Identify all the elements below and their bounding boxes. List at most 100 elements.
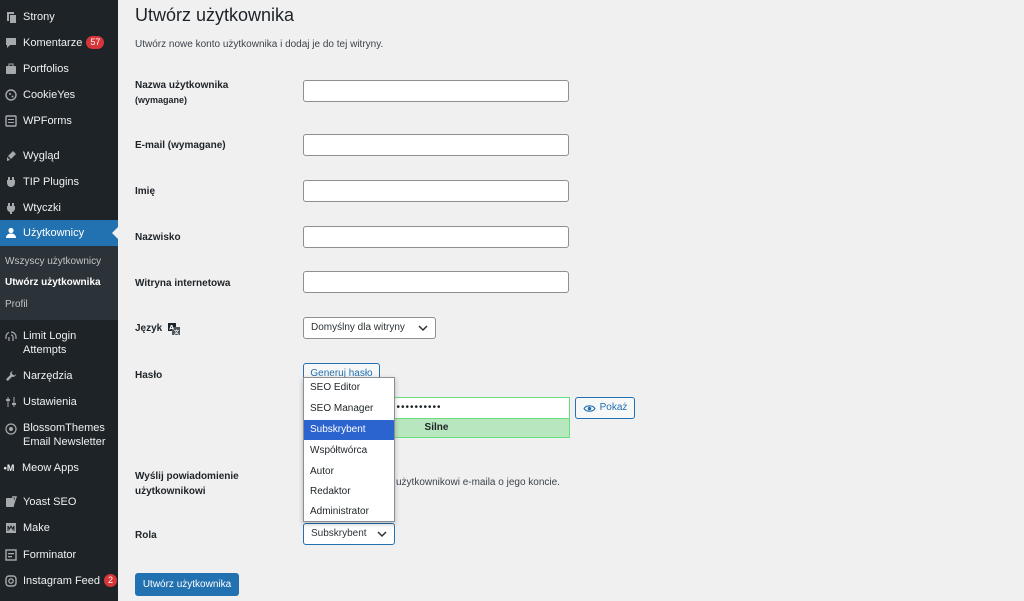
- sidebar-item-label: Ustawienia: [23, 396, 77, 408]
- appearance-icon: [5, 150, 17, 162]
- comments-icon: [5, 37, 17, 49]
- website-input[interactable]: [303, 271, 569, 293]
- sidebar-item-label: Komentarze: [23, 37, 83, 49]
- sidebar-item-comments[interactable]: Komentarze 57: [0, 36, 118, 50]
- role-option-contributor[interactable]: Współtwórca: [304, 441, 394, 461]
- sidebar-item-label: TIP Plugins: [23, 176, 80, 188]
- plugin-icon: [5, 176, 17, 188]
- username-required-note: (wymagane): [135, 95, 188, 105]
- sidebar-item-make[interactable]: Make: [0, 521, 118, 535]
- sidebar-item-plugins[interactable]: Wtyczki: [0, 201, 118, 215]
- sidebar-item-label: Wygląd: [23, 150, 60, 162]
- pages-icon: [5, 11, 17, 23]
- meow-icon: •M: [3, 463, 15, 473]
- website-label: Witryna internetowa: [135, 278, 231, 289]
- chevron-down-icon: [377, 531, 387, 538]
- sidebar-item-tools[interactable]: Narzędzia: [0, 369, 118, 383]
- plugins-icon: [5, 202, 17, 214]
- sidebar-item-label: Wtyczki: [23, 202, 61, 214]
- language-select-value: Domyślny dla witryny: [311, 322, 405, 333]
- instagram-icon: [5, 575, 17, 587]
- password-label: Hasło: [135, 370, 163, 381]
- email-input[interactable]: [303, 134, 569, 156]
- submenu-all-users[interactable]: Wszyscy użytkownicy: [5, 256, 101, 267]
- sidebar-item-pages[interactable]: Strony: [0, 10, 118, 24]
- role-option-author[interactable]: Autor: [304, 462, 394, 482]
- show-password-label: Pokaż: [599, 402, 628, 413]
- sidebar-item-label: Make: [23, 522, 50, 534]
- first-name-input[interactable]: [303, 180, 569, 202]
- yoast-icon: [5, 496, 17, 508]
- forms-icon: [5, 115, 17, 127]
- role-label: Rola: [135, 530, 157, 541]
- sidebar-item-limit-login[interactable]: Limit Login Attempts: [0, 329, 118, 357]
- make-icon: [5, 522, 17, 534]
- settings-icon: [5, 396, 17, 408]
- role-option-editor[interactable]: Redaktor: [304, 482, 394, 502]
- role-option-seo-editor[interactable]: SEO Editor: [304, 378, 394, 398]
- users-icon: [5, 227, 17, 239]
- sidebar-item-yoast-seo[interactable]: Yoast SEO: [0, 495, 118, 509]
- send-notification-description: użytkownikowi e-maila o jego koncie.: [396, 477, 560, 488]
- sidebar-item-blossom-newsletter[interactable]: BlossomThemes Email Newsletter: [0, 421, 118, 449]
- sidebar-item-label: Meow Apps: [22, 462, 79, 474]
- language-select[interactable]: Domyślny dla witryny: [303, 317, 436, 339]
- translation-icon: A文: [168, 322, 181, 336]
- portfolio-icon: [5, 63, 17, 75]
- sidebar-item-label: Limit Login Attempts: [23, 330, 77, 356]
- sidebar-item-label: BlossomThemes Email Newsletter: [23, 422, 106, 448]
- first-name-label: Imię: [135, 186, 156, 197]
- sidebar-item-portfolios[interactable]: Portfolios: [0, 62, 118, 76]
- sidebar-item-label: Użytkownicy: [23, 227, 85, 239]
- username-input[interactable]: [303, 80, 569, 102]
- page-title: Utwórz użytkownika: [135, 5, 295, 25]
- sidebar-item-label: Strony: [23, 11, 55, 23]
- last-name-input[interactable]: [303, 226, 569, 248]
- page-description: Utwórz nowe konto użytkownika i dodaj je…: [135, 39, 384, 50]
- comments-count-badge: 57: [86, 36, 105, 49]
- newsletter-icon: [5, 423, 17, 435]
- role-option-administrator[interactable]: Administrator: [304, 502, 394, 522]
- show-password-button[interactable]: Pokaż: [575, 397, 635, 419]
- sidebar-item-instagram-feed[interactable]: Instagram Feed 2: [0, 574, 118, 588]
- tools-icon: [5, 370, 17, 382]
- admin-sidebar: Strony Komentarze 57 Portfolios CookieYe…: [0, 0, 118, 601]
- role-option-subscriber[interactable]: Subskrybent: [304, 420, 394, 440]
- sidebar-item-meow-apps[interactable]: •M Meow Apps: [0, 461, 118, 475]
- send-notification-label: Wyślij powiadomienie użytkownikowi: [135, 469, 239, 499]
- role-select-value: Subskrybent: [311, 528, 367, 539]
- sidebar-item-tip-plugins[interactable]: TIP Plugins: [0, 175, 118, 189]
- instagram-count-badge: 2: [104, 574, 118, 587]
- forminator-icon: [5, 549, 17, 561]
- create-user-button[interactable]: Utwórz użytkownika: [135, 573, 239, 596]
- send-notification-label-line1: Wyślij powiadomienie: [135, 471, 239, 482]
- sidebar-item-forminator[interactable]: Forminator: [0, 548, 118, 562]
- email-label: E-mail (wymagane): [135, 140, 226, 151]
- sidebar-item-settings[interactable]: Ustawienia: [0, 395, 118, 409]
- role-select[interactable]: Subskrybent: [303, 523, 395, 545]
- send-notification-label-line2: użytkownikowi: [135, 486, 206, 497]
- last-name-label: Nazwisko: [135, 232, 181, 243]
- sidebar-item-cookieyes[interactable]: CookieYes: [0, 88, 118, 102]
- sidebar-item-wpforms[interactable]: WPForms: [0, 114, 118, 128]
- cookie-icon: [5, 89, 17, 101]
- submenu-profile[interactable]: Profil: [5, 299, 28, 310]
- username-label-text: Nazwa użytkownika: [135, 80, 229, 91]
- fingerprint-icon: [5, 331, 17, 343]
- sidebar-item-label: Forminator: [23, 549, 77, 561]
- sidebar-item-label: Yoast SEO: [23, 496, 77, 508]
- sidebar-item-appearance[interactable]: Wygląd: [0, 149, 118, 163]
- sidebar-item-label: CookieYes: [23, 89, 76, 101]
- sidebar-item-label: Portfolios: [23, 63, 69, 75]
- users-submenu: Wszyscy użytkownicy Utwórz użytkownika P…: [0, 246, 118, 320]
- sidebar-item-users[interactable]: Użytkownicy: [0, 220, 118, 246]
- eye-icon: [583, 404, 596, 412]
- submenu-add-user[interactable]: Utwórz użytkownika: [5, 277, 101, 288]
- role-dropdown-list: SEO Editor SEO Manager Subskrybent Współ…: [303, 377, 395, 522]
- sidebar-item-label: Instagram Feed: [23, 575, 101, 587]
- username-label: Nazwa użytkownika (wymagane): [135, 78, 228, 108]
- chevron-down-icon: [418, 325, 428, 332]
- sidebar-item-label: WPForms: [23, 115, 72, 127]
- role-option-seo-manager[interactable]: SEO Manager: [304, 399, 394, 419]
- language-label: Język A文: [135, 321, 181, 336]
